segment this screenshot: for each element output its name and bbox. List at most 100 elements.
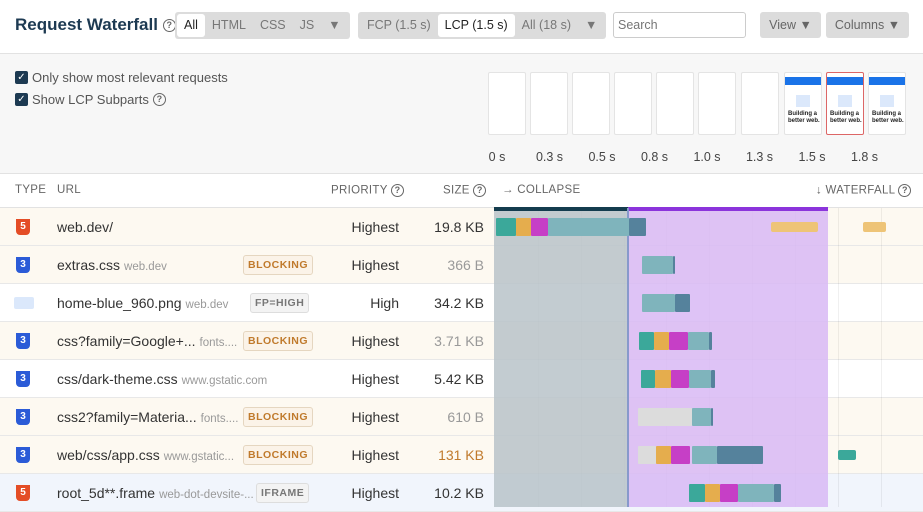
request-url[interactable]: css?family=Google+... fonts.... (57, 333, 237, 349)
milestone-fcp[interactable]: FCP (1.5 s) (360, 14, 438, 37)
waterfall-bar-segment (838, 450, 856, 460)
html-file-icon: 5 (16, 485, 30, 501)
table-header: TYPE URL PRIORITY ? SIZE ? → COLLAPSE ↓ … (0, 174, 923, 208)
filmstrip-frame[interactable] (488, 72, 526, 135)
size-cell: 366 B (447, 257, 484, 273)
frame-text: Building a better web. (788, 111, 820, 124)
css-file-icon: 3 (16, 333, 30, 349)
url-domain: fonts.... (199, 337, 238, 349)
waterfall-bar-segment (639, 332, 654, 350)
search-input[interactable] (613, 12, 746, 38)
request-url[interactable]: css/dark-theme.css www.gstatic.com (57, 371, 267, 387)
waterfall-bar-segment (692, 408, 711, 426)
filmstrip-frame[interactable]: Building a better web. (784, 72, 822, 135)
type-dropdown-icon[interactable]: ▼ (321, 14, 347, 37)
url-domain: www.gstatic... (163, 451, 235, 463)
priority-label: PRIORITY (331, 184, 388, 197)
col-url[interactable]: URL (57, 184, 81, 196)
waterfall-bar-segment (738, 484, 774, 502)
url-path: css?family=Google+... (57, 333, 196, 349)
waterfall-bar-segment (669, 332, 688, 350)
help-icon[interactable]: ? (473, 184, 487, 197)
filter-css[interactable]: CSS (253, 14, 293, 37)
request-badge: BLOCKING (243, 445, 313, 465)
options-panel: ✓ Only show most relevant requests ✓ Show … (0, 54, 923, 174)
request-url[interactable]: home-blue_960.png web.dev (57, 295, 228, 311)
col-type[interactable]: TYPE (15, 184, 46, 196)
size-cell: 10.2 KB (434, 485, 484, 501)
relevant-checkbox[interactable]: ✓ Only show most relevant requests (15, 70, 228, 85)
milestone-filter: FCP (1.5 s) LCP (1.5 s) All (18 s) ▼ (358, 12, 607, 39)
toolbar: Request Waterfall ? All HTML CSS JS ▼ FC… (0, 0, 923, 54)
waterfall-bar-segment (671, 446, 690, 464)
waterfall-bar-segment (671, 370, 689, 388)
filter-html[interactable]: HTML (205, 14, 253, 37)
waterfall-bar-segment (548, 218, 629, 236)
filmstrip-frame[interactable]: Building a better web. (868, 72, 906, 135)
filmstrip-frame[interactable]: Building a better web. (826, 72, 864, 135)
columns-button[interactable]: Columns ▼ (826, 12, 909, 38)
help-icon[interactable]: ? (162, 19, 176, 33)
col-size[interactable]: SIZE ? (443, 184, 487, 197)
milestone-lcp[interactable]: LCP (1.5 s) (437, 14, 515, 37)
request-badge: BLOCKING (243, 255, 313, 275)
priority-cell: Highest (351, 447, 399, 463)
url-domain: web-dot-devsite-... (159, 489, 254, 501)
request-url[interactable]: root_5d**.frame web-dot-devsite-... (57, 485, 254, 501)
hero-image-icon (796, 95, 810, 107)
col-priority[interactable]: PRIORITY ? (331, 184, 405, 197)
filmstrip-frame[interactable] (572, 72, 610, 135)
waterfall-chart (494, 207, 923, 507)
waterfall-bar-segment (656, 446, 671, 464)
frame-text: Building a better web. (872, 111, 904, 124)
gridline (838, 208, 839, 507)
milestone-all[interactable]: All (18 s) (515, 14, 578, 37)
url-domain: web.dev (185, 299, 229, 311)
css-file-icon: 3 (16, 409, 30, 425)
css-file-icon: 3 (16, 257, 30, 273)
filmstrip-time: 1.5 s (798, 150, 826, 164)
waterfall-bar-segment (638, 446, 656, 464)
request-url[interactable]: css2?family=Materia... fonts.... (57, 409, 238, 425)
request-url[interactable]: web.dev/ (57, 219, 117, 235)
lcp-marker (628, 207, 828, 211)
filmstrip-frame[interactable] (656, 72, 694, 135)
waterfall-bar-segment (771, 222, 818, 232)
hero-image-icon (838, 95, 852, 107)
filter-all[interactable]: All (177, 14, 205, 37)
waterfall-bar-segment (705, 484, 720, 502)
url-path: css2?family=Materia... (57, 409, 197, 425)
filter-js[interactable]: JS (293, 14, 322, 37)
url-path: web.dev/ (57, 219, 114, 235)
waterfall-bar-segment (629, 218, 646, 236)
waterfall-bar-segment (642, 294, 675, 312)
help-icon[interactable]: ? (898, 184, 912, 197)
collapse-button[interactable]: → COLLAPSE (502, 184, 580, 196)
request-url[interactable]: extras.css web.dev (57, 257, 167, 273)
view-button[interactable]: View ▼ (760, 12, 821, 38)
filmstrip-time: 0.5 s (588, 150, 616, 164)
milestone-dropdown-icon[interactable]: ▼ (578, 14, 604, 37)
waterfall-bar-segment (496, 218, 516, 236)
checkmark-icon: ✓ (15, 71, 28, 84)
waterfall-bar-segment (688, 332, 709, 350)
waterfall-bar-segment (641, 370, 655, 388)
filmstrip-time: 1.0 s (693, 150, 721, 164)
url-domain: www.gstatic.com (181, 375, 268, 387)
priority-cell: Highest (351, 485, 399, 501)
waterfall-bar-segment (720, 484, 738, 502)
filmstrip-frame[interactable] (530, 72, 568, 135)
filmstrip-frame[interactable] (698, 72, 736, 135)
url-path: extras.css (57, 257, 121, 273)
col-waterfall[interactable]: ↓ WATERFALL ? (816, 184, 912, 197)
help-icon[interactable]: ? (391, 184, 405, 197)
filmstrip-frame[interactable] (741, 72, 779, 135)
waterfall-bar-segment (642, 256, 673, 274)
help-icon[interactable]: ? (152, 93, 166, 106)
filmstrip-frame[interactable] (614, 72, 652, 135)
html-file-icon: 5 (16, 219, 30, 235)
waterfall-bar-segment (516, 218, 531, 236)
request-url[interactable]: web/css/app.css www.gstatic... (57, 447, 234, 463)
fcp-marker (494, 207, 628, 211)
lcp-subparts-checkbox[interactable]: ✓ Show LCP Subparts ? (15, 92, 166, 107)
